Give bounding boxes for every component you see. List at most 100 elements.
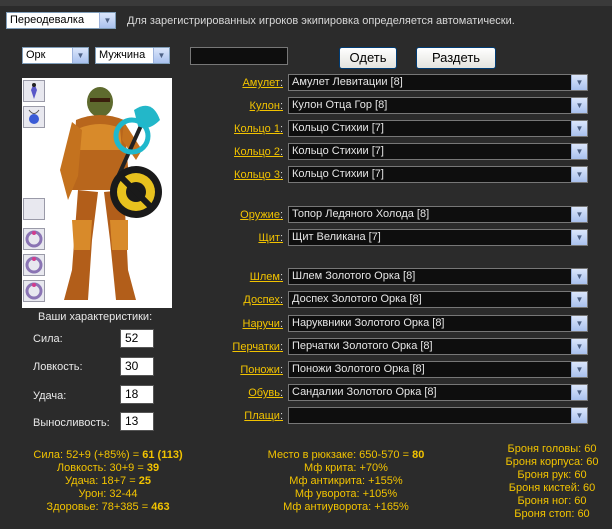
endurance-label: Выносливость: [33, 417, 110, 429]
chevron-down-icon: ▼ [571, 316, 587, 331]
ring-icon [25, 256, 43, 274]
endurance-input[interactable]: 13 [120, 412, 154, 431]
slot-label-colon: : [279, 77, 283, 89]
chevron-down-icon: ▼ [99, 13, 115, 28]
slot-label-colon: : [279, 100, 283, 112]
empty-slot-icon[interactable] [23, 198, 45, 220]
slot-label-text: Поножи [240, 364, 280, 376]
slot-label-9[interactable]: Наручи: [223, 318, 284, 330]
slot-select-value: Доспех Золотого Орка [8] [292, 293, 422, 305]
slot-label-1[interactable]: Кулон: [223, 100, 283, 112]
slot-label-colon: : [279, 271, 283, 283]
ring3-slot-icon[interactable] [23, 280, 45, 302]
summary-strength-text: Сила: 52+9 (+85%) = [33, 449, 143, 461]
strength-label: Сила: [33, 333, 63, 345]
summary-strength-value: 61 (113) [142, 449, 183, 461]
chevron-down-icon: ▼ [571, 230, 587, 245]
slot-label-8[interactable]: Доспех: [223, 294, 283, 306]
slot-label-colon: : [279, 341, 283, 353]
ring-icon [25, 282, 43, 300]
slot-label-6[interactable]: Щит: [223, 232, 283, 244]
slot-label-text: Оружие [240, 209, 280, 221]
orc-character-image [60, 87, 162, 300]
summary-strength: Сила: 52+9 (+85%) = 61 (113) [0, 449, 216, 461]
slot-select-value: Кольцо Стихии [7] [292, 168, 384, 180]
summary-dodge: Мф уворота: +105% [294, 488, 398, 500]
summary-luck-value: 25 [138, 475, 151, 487]
chevron-down-icon: ▼ [571, 121, 587, 136]
race-select[interactable]: Орк ▼ [22, 47, 89, 64]
armor-hands: Броня кистей: 60 [508, 482, 596, 494]
slot-label-2[interactable]: Кольцо 1: [223, 123, 283, 135]
ring-icon [25, 230, 43, 248]
slot-select-0[interactable]: Амулет Левитации [8] ▼ [288, 74, 588, 91]
slot-label-text: Доспех [243, 294, 280, 306]
slot-label-colon: : [279, 387, 283, 399]
mode-select[interactable]: Переодевалка ▼ [6, 12, 116, 29]
slot-label-0[interactable]: Амулет: [223, 77, 283, 89]
slot-select-10[interactable]: Перчатки Золотого Орка [8] ▼ [288, 338, 588, 355]
slot-select-9[interactable]: Наруквники Золотого Орка [8] ▼ [288, 315, 588, 332]
slot-select-3[interactable]: Кольцо Стихии [7] ▼ [288, 143, 588, 160]
summary-luck-text: Удача: 18+7 = [65, 475, 139, 487]
slot-select-6[interactable]: Щит Великана [7] ▼ [288, 229, 588, 246]
slot-select-4[interactable]: Кольцо Стихии [7] ▼ [288, 166, 588, 183]
slot-select-13[interactable]: ▼ [288, 407, 588, 424]
dress-button[interactable]: Одеть [339, 47, 397, 69]
ring1-slot-icon[interactable] [23, 228, 45, 250]
chevron-down-icon: ▼ [571, 207, 587, 222]
slot-label-13[interactable]: Плащи: [223, 410, 283, 422]
slot-select-8[interactable]: Доспех Золотого Орка [8] ▼ [288, 291, 588, 308]
slot-select-7[interactable]: Шлем Золотого Орка [8] ▼ [288, 268, 588, 285]
slot-label-10[interactable]: Перчатки: [223, 341, 283, 353]
earring-slot-icon[interactable] [23, 80, 45, 102]
earring-icon [31, 83, 37, 99]
slot-select-value: Амулет Левитации [8] [292, 76, 403, 88]
slot-select-value: Наруквники Золотого Орка [8] [292, 317, 445, 329]
slot-select-2[interactable]: Кольцо Стихии [7] ▼ [288, 120, 588, 137]
summary-luck: Удача: 18+7 = 25 [0, 475, 216, 487]
slot-select-12[interactable]: Сандалии Золотого Орка [8] ▼ [288, 384, 588, 401]
slot-label-colon: : [279, 364, 283, 376]
slot-label-5[interactable]: Оружие: [223, 209, 283, 221]
slot-select-value: Топор Ледяного Холода [8] [292, 208, 430, 220]
luck-input[interactable]: 18 [120, 385, 154, 404]
summary-health-text: Здоровье: 78+385 = [46, 501, 152, 513]
slot-select-1[interactable]: Кулон Отца Гор [8] ▼ [288, 97, 588, 114]
chevron-down-icon: ▼ [72, 48, 88, 63]
slot-label-11[interactable]: Поножи: [223, 364, 283, 376]
slot-select-value: Щит Великана [7] [292, 231, 381, 243]
slot-select-value: Перчатки Золотого Орка [8] [292, 340, 433, 352]
summary-crit: Мф крита: +70% [304, 462, 388, 474]
gender-select[interactable]: Мужчина ▼ [95, 47, 170, 64]
gender-value: Мужчина [99, 49, 146, 61]
slot-select-value: Сандалии Золотого Орка [8] [292, 386, 437, 398]
slot-label-text: Обувь [248, 387, 280, 399]
amulet-slot-icon[interactable] [23, 106, 45, 128]
stats-title: Ваши характеристики: [38, 311, 153, 323]
race-value: Орк [26, 49, 46, 61]
slot-label-12[interactable]: Обувь: [223, 387, 283, 399]
name-input[interactable] [190, 47, 288, 65]
slot-select-5[interactable]: Топор Ледяного Холода [8] ▼ [288, 206, 588, 223]
slot-label-3[interactable]: Кольцо 2: [223, 146, 283, 158]
slot-label-colon: : [279, 209, 283, 221]
slot-select-value: Кольцо Стихии [7] [292, 122, 384, 134]
slot-label-colon: : [279, 169, 283, 181]
ring2-slot-icon[interactable] [23, 254, 45, 276]
slot-label-7[interactable]: Шлем: [223, 271, 283, 283]
undress-button[interactable]: Раздеть [416, 47, 496, 69]
slot-label-text: Кулон [249, 100, 280, 112]
chevron-down-icon: ▼ [571, 385, 587, 400]
strength-input[interactable]: 52 [120, 329, 154, 348]
slot-select-11[interactable]: Поножи Золотого Орка [8] ▼ [288, 361, 588, 378]
slot-label-4[interactable]: Кольцо 3: [223, 169, 283, 181]
slot-label-text: Кольцо 2 [234, 146, 280, 158]
top-strip [0, 0, 612, 6]
armor-head: Броня головы: 60 [507, 443, 597, 455]
chevron-down-icon: ▼ [571, 269, 587, 284]
agility-input[interactable]: 30 [120, 357, 154, 376]
chevron-down-icon: ▼ [571, 167, 587, 182]
chevron-down-icon: ▼ [571, 144, 587, 159]
summary-health-value: 463 [151, 501, 170, 513]
